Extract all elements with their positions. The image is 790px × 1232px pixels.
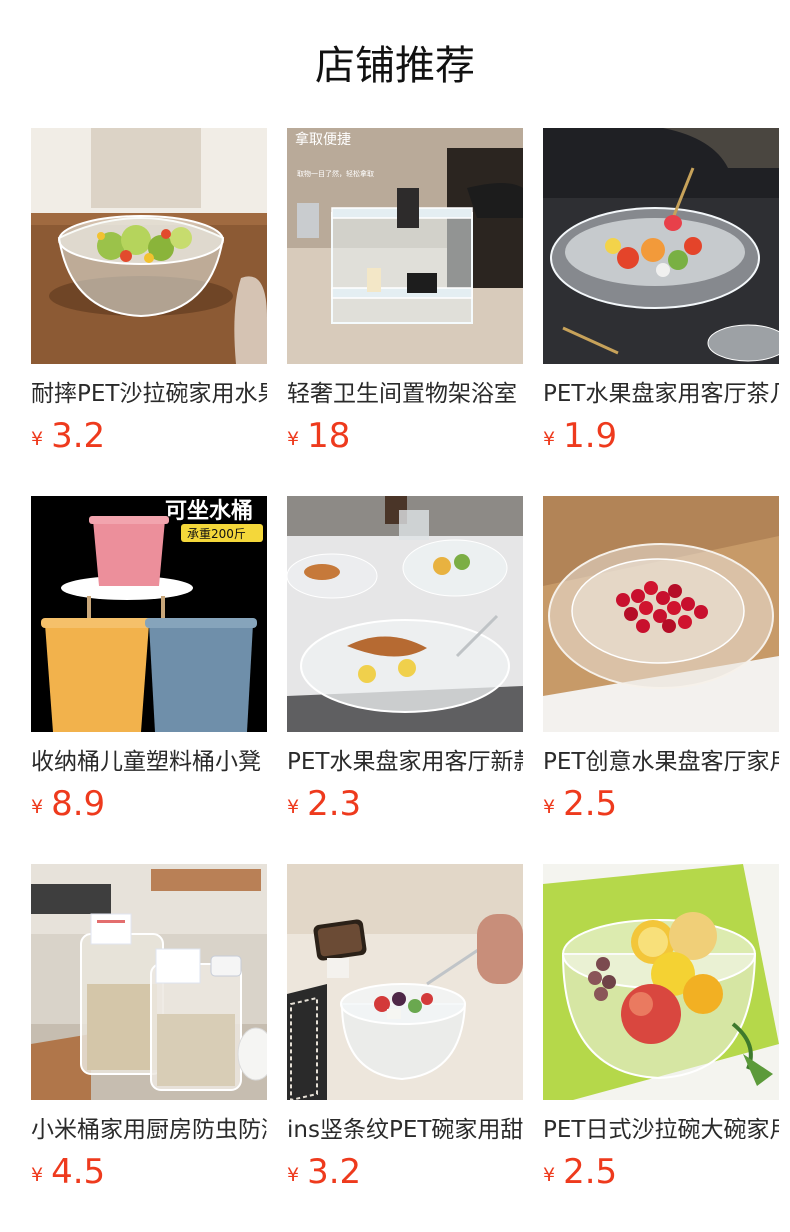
currency-symbol: ¥ <box>287 428 300 450</box>
product-name[interactable]: 小米桶家用厨房防虫防潮 <box>31 1114 267 1146</box>
product-price: ¥3.2 <box>287 1152 361 1192</box>
overlay-text-caption: 取物一目了然，轻松拿取 <box>297 169 374 178</box>
product-card[interactable]: PET日式沙拉碗大碗家用 ¥2.5 <box>543 864 779 1194</box>
product-name[interactable]: PET创意水果盘客厅家用 <box>543 746 779 778</box>
product-price: ¥2.5 <box>543 1152 617 1192</box>
product-name[interactable]: 收纳桶儿童塑料桶小凳 <box>31 746 267 778</box>
currency-symbol: ¥ <box>543 428 556 450</box>
product-card[interactable]: 可坐水桶 承重200斤 收纳桶儿童塑料桶小凳 ¥8.9 <box>31 496 267 826</box>
product-price: ¥2.5 <box>543 784 617 824</box>
product-image[interactable] <box>543 864 779 1100</box>
price-amount: 3.2 <box>51 416 106 456</box>
currency-symbol: ¥ <box>31 796 44 818</box>
section-title: 店铺推荐 <box>315 43 475 89</box>
product-price: ¥2.3 <box>287 784 361 824</box>
product-image[interactable] <box>287 864 523 1100</box>
overlay-text-heading: 可坐水桶 <box>165 499 253 524</box>
product-card[interactable]: PET创意水果盘客厅家用 ¥2.5 <box>543 496 779 826</box>
price-amount: 2.5 <box>563 784 618 824</box>
product-name[interactable]: ins竖条纹PET碗家用甜品 <box>287 1114 523 1146</box>
overlay-text-heading: 拿取便捷 <box>295 131 351 148</box>
price-amount: 1.9 <box>563 416 618 456</box>
product-price: ¥8.9 <box>31 784 105 824</box>
price-amount: 8.9 <box>51 784 106 824</box>
price-amount: 2.3 <box>307 784 362 824</box>
product-card[interactable]: 耐摔PET沙拉碗家用水果 ¥3.2 <box>31 128 267 458</box>
product-image[interactable] <box>31 128 267 364</box>
product-image[interactable]: 可坐水桶 承重200斤 <box>31 496 267 732</box>
product-card[interactable]: ins竖条纹PET碗家用甜品 ¥3.2 <box>287 864 523 1194</box>
product-name[interactable]: PET水果盘家用客厅新款 <box>287 746 523 778</box>
product-price: ¥1.9 <box>543 416 617 456</box>
product-price: ¥4.5 <box>31 1152 105 1192</box>
product-price: ¥3.2 <box>31 416 105 456</box>
currency-symbol: ¥ <box>287 1164 300 1186</box>
currency-symbol: ¥ <box>31 428 44 450</box>
product-name[interactable]: 轻奢卫生间置物架浴室 <box>287 378 523 410</box>
currency-symbol: ¥ <box>543 796 556 818</box>
product-name[interactable]: PET日式沙拉碗大碗家用 <box>543 1114 779 1146</box>
product-card[interactable]: 拿取便捷 取物一目了然，轻松拿取 轻奢卫生间置物架浴室 ¥18 <box>287 128 523 458</box>
price-amount: 4.5 <box>51 1152 106 1192</box>
product-image[interactable]: 拿取便捷 取物一目了然，轻松拿取 <box>287 128 523 364</box>
price-amount: 3.2 <box>307 1152 362 1192</box>
currency-symbol: ¥ <box>287 796 300 818</box>
product-image[interactable] <box>31 864 267 1100</box>
price-amount: 2.5 <box>563 1152 618 1192</box>
product-image[interactable] <box>287 496 523 732</box>
product-image[interactable] <box>543 128 779 364</box>
product-card[interactable]: 小米桶家用厨房防虫防潮 ¥4.5 <box>31 864 267 1194</box>
overlay-text-badge: 承重200斤 <box>187 527 246 541</box>
product-card[interactable]: PET水果盘家用客厅茶几 ¥1.9 <box>543 128 779 458</box>
product-image[interactable] <box>543 496 779 732</box>
currency-symbol: ¥ <box>31 1164 44 1186</box>
product-name[interactable]: 耐摔PET沙拉碗家用水果 <box>31 378 267 410</box>
product-price: ¥18 <box>287 416 350 456</box>
product-name[interactable]: PET水果盘家用客厅茶几 <box>543 378 779 410</box>
price-amount: 18 <box>307 416 351 456</box>
product-card[interactable]: PET水果盘家用客厅新款 ¥2.3 <box>287 496 523 826</box>
currency-symbol: ¥ <box>543 1164 556 1186</box>
